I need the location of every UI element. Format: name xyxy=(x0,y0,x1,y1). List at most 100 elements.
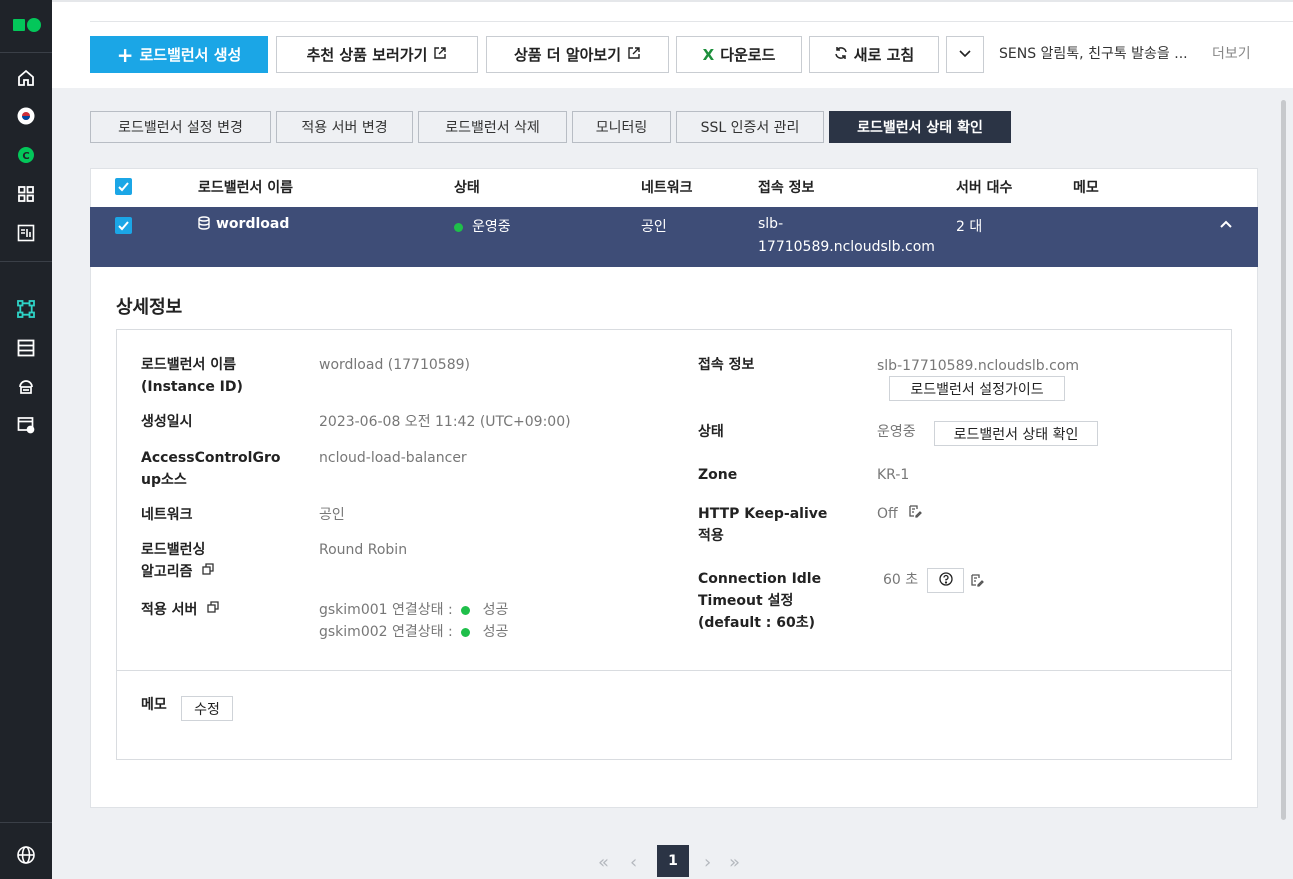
header-access[interactable]: 접속 정보 xyxy=(758,177,814,197)
learn-more-button[interactable]: 상품 더 알아보기 xyxy=(486,36,669,73)
load-balancer-icon[interactable] xyxy=(16,299,36,319)
more-options-dropdown[interactable] xyxy=(946,36,984,73)
question-icon xyxy=(938,571,953,590)
sidebar: C xyxy=(0,0,52,879)
status-dot-icon xyxy=(461,605,471,615)
row-network: 공인 xyxy=(641,219,667,235)
refresh-icon xyxy=(834,46,848,64)
database-icon xyxy=(198,216,210,234)
edit-icon[interactable] xyxy=(970,572,984,591)
excel-icon: X xyxy=(702,45,715,64)
top-rule xyxy=(52,0,1293,2)
first-page-icon[interactable]: « xyxy=(598,852,609,873)
name-value: wordload (17710589) xyxy=(319,357,470,373)
next-page-icon[interactable]: › xyxy=(704,852,711,873)
idle-timeout-label: Connection Idle Timeout 설정 (default : 60… xyxy=(698,571,822,631)
algorithm-value: Round Robin xyxy=(319,542,408,558)
delete-button[interactable]: 로드밸런서 삭제 xyxy=(418,111,567,143)
dashboard-icon[interactable] xyxy=(16,223,36,243)
network-value: 공인 xyxy=(319,507,345,523)
header-name[interactable]: 로드밸런서 이름 xyxy=(198,177,293,197)
help-button[interactable] xyxy=(927,568,964,593)
chevron-up-icon[interactable] xyxy=(1219,217,1233,235)
row-access-line2: 17710589.ncloudslb.com xyxy=(758,239,935,255)
row-access-line1: slb- xyxy=(758,216,784,232)
services-grid-icon[interactable] xyxy=(16,184,36,204)
status-check-button[interactable]: 로드밸런서 상태 확인 xyxy=(829,111,1011,143)
row-checkbox[interactable] xyxy=(115,217,132,234)
detail-divider xyxy=(116,670,1232,671)
status-label: 상태 xyxy=(698,424,724,440)
svg-text:C: C xyxy=(22,151,29,162)
select-all-checkbox[interactable] xyxy=(115,178,132,195)
keepalive-label: HTTP Keep-alive 적용 xyxy=(698,506,828,544)
status-value: 운영중 xyxy=(877,424,916,440)
header-divider xyxy=(90,21,1293,22)
header-network[interactable]: 네트워크 xyxy=(641,177,693,197)
zone-value: KR-1 xyxy=(877,467,910,483)
row-servers: 2 대 xyxy=(956,219,983,235)
edit-icon[interactable] xyxy=(908,503,923,525)
memo-edit-button[interactable]: 수정 xyxy=(181,696,233,721)
sidebar-divider xyxy=(0,822,52,823)
current-page-button[interactable]: 1 xyxy=(657,845,689,877)
chevron-down-icon xyxy=(958,46,972,64)
server-change-button[interactable]: 적용 서버 변경 xyxy=(276,111,413,143)
classic-badge-icon[interactable]: C xyxy=(16,145,36,165)
copy-icon[interactable] xyxy=(206,599,220,621)
korea-region-icon[interactable] xyxy=(16,106,36,126)
acg-value: ncloud-load-balancer xyxy=(319,450,467,466)
access-label: 접속 정보 xyxy=(698,357,755,373)
keepalive-value: Off xyxy=(877,503,923,525)
last-page-icon[interactable]: » xyxy=(729,852,740,873)
acg-label: AccessControlGro up소스 xyxy=(141,450,281,488)
recommend-products-button[interactable]: 추천 상품 보러가기 xyxy=(276,36,478,73)
notice-text[interactable]: SENS 알림톡, 친구톡 발송을 ... xyxy=(999,43,1188,63)
detail-status-check-button[interactable]: 로드밸런서 상태 확인 xyxy=(934,421,1098,446)
lb-setup-guide-button[interactable]: 로드밸런서 설정가이드 xyxy=(889,376,1065,401)
more-link[interactable]: 더보기 xyxy=(1212,43,1251,63)
applied-servers-label: 적용 서버 xyxy=(141,599,220,621)
prev-page-icon[interactable]: ‹ xyxy=(630,852,637,873)
plus-icon: + xyxy=(116,42,134,67)
status-dot-icon xyxy=(454,222,463,232)
scrollbar[interactable] xyxy=(1281,100,1286,820)
created-label: 생성일시 xyxy=(141,414,193,430)
network-label: 네트워크 xyxy=(141,507,193,523)
download-button[interactable]: X 다운로드 xyxy=(676,36,802,73)
server-1-status: gskim001 연결상태 : 성공 xyxy=(319,602,509,618)
detail-title: 상세정보 xyxy=(116,297,183,318)
zone-label: Zone xyxy=(698,467,738,483)
access-value: slb-17710589.ncloudslb.com xyxy=(877,358,1080,374)
sidebar-divider xyxy=(0,52,52,53)
server-2-status: gskim002 연결상태 : 성공 xyxy=(319,624,509,640)
monitoring-button[interactable]: 모니터링 xyxy=(572,111,671,143)
header-memo[interactable]: 메모 xyxy=(1073,177,1099,197)
home-icon[interactable] xyxy=(16,68,36,88)
memo-label: 메모 xyxy=(141,697,167,713)
ssl-manage-button[interactable]: SSL 인증서 관리 xyxy=(676,111,824,143)
cloud-db-icon[interactable] xyxy=(16,376,36,396)
idle-timeout-value: 60 초 xyxy=(883,572,919,588)
table-row[interactable]: wordload 운영중 공인 slb- 17710589.ncloudslb.… xyxy=(90,207,1258,267)
ncloud-logo[interactable] xyxy=(13,16,41,34)
name-label: 로드밸런서 이름 (Instance ID) xyxy=(141,357,243,395)
create-load-balancer-button[interactable]: + 로드밸런서 생성 xyxy=(90,36,268,73)
external-link-icon xyxy=(433,46,447,64)
settings-change-button[interactable]: 로드밸런서 설정 변경 xyxy=(90,111,271,143)
row-name: wordload xyxy=(216,216,290,232)
header-servers[interactable]: 서버 대수 xyxy=(956,177,1012,197)
sidebar-divider xyxy=(0,261,52,262)
globe-icon[interactable] xyxy=(16,845,36,865)
row-status: 운영중 xyxy=(454,216,511,236)
header-status[interactable]: 상태 xyxy=(454,177,480,197)
monitor-icon[interactable] xyxy=(16,415,36,435)
created-value: 2023-06-08 오전 11:42 (UTC+09:00) xyxy=(319,414,571,430)
table-header: 로드밸런서 이름 상태 네트워크 접속 정보 서버 대수 메모 xyxy=(90,168,1258,206)
server-icon[interactable] xyxy=(16,338,36,358)
algorithm-label: 로드밸런싱 알고리즘 xyxy=(141,539,215,583)
refresh-button[interactable]: 새로 고침 xyxy=(809,36,939,73)
status-dot-icon xyxy=(461,627,471,637)
external-link-icon xyxy=(627,46,641,64)
copy-icon[interactable] xyxy=(201,561,215,583)
